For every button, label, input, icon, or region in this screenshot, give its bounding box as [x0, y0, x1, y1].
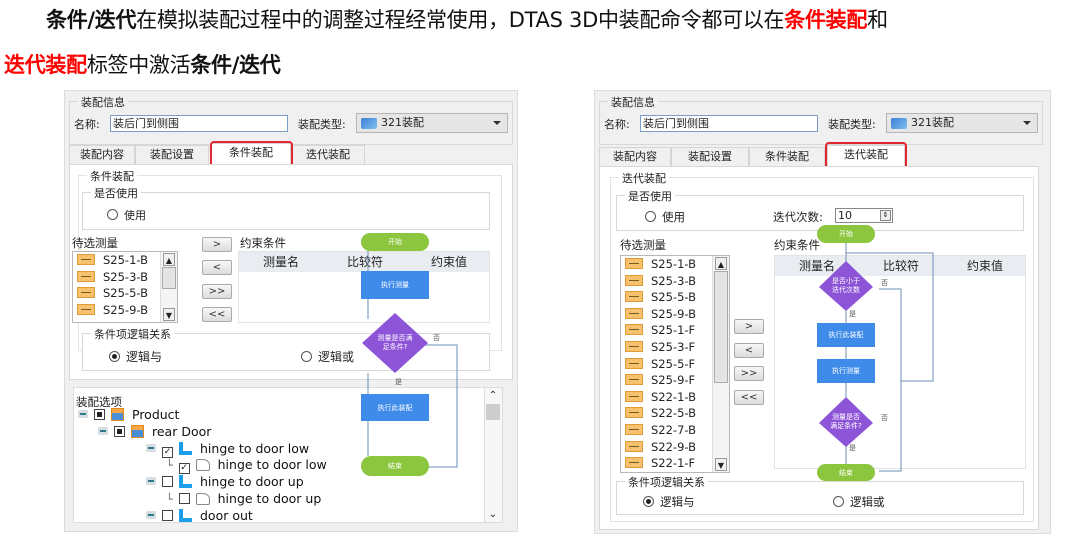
- flow-decision: 测量是否满足条件?: [362, 313, 428, 379]
- headline-segment-normal: 标签中激活: [86, 53, 191, 77]
- flow-yes-label-2: 是: [849, 444, 856, 452]
- flow-iteration-check-text: 是否小于迭代次数: [832, 277, 860, 294]
- flow-decision-text: 测量是否满足条件?: [377, 334, 413, 351]
- flow-start: 开始: [817, 225, 875, 243]
- flow-yes-label: 是: [395, 378, 402, 386]
- headline-segment-bold: 条件/迭代: [190, 53, 281, 77]
- flow-no-label: 否: [881, 279, 888, 287]
- headline-segment-normal: 和: [867, 8, 888, 32]
- headline-line-1: 条件/迭代在模拟装配过程中的调整过程经常使用，DTAS 3D中装配命令都可以在条…: [46, 5, 888, 35]
- flow-iteration-check: 是否小于迭代次数: [815, 261, 877, 317]
- flow-decision-text: 测量是否满足条件?: [830, 413, 862, 430]
- iterative-assembly-dialog: 装配信息 名称: 装后门到侧围 装配类型: 321装配 装配内容 装配设置 条件…: [594, 90, 1051, 534]
- headline-line-2: 迭代装配标签中激活条件/迭代: [4, 50, 281, 80]
- flow-yes-label: 是: [849, 310, 856, 318]
- flow-end: 结束: [361, 456, 429, 476]
- flow-assemble: 执行此装配: [361, 394, 429, 421]
- flow-assemble: 执行此装配: [817, 323, 875, 347]
- headline-segment-red: 条件装配: [784, 8, 868, 32]
- headline-segment-red: 迭代装配: [4, 53, 87, 77]
- flow-decision: 测量是否满足条件?: [815, 397, 877, 453]
- headline-segment-normal: 在模拟装配过程中的调整过程经常使用，DTAS 3D中装配命令都可以在: [136, 8, 785, 32]
- conditional-flowchart-connectors: [367, 251, 458, 468]
- flow-no-label: 否: [433, 334, 440, 342]
- flow-no-label-2: 否: [881, 414, 888, 422]
- flow-start: 开始: [361, 233, 429, 251]
- flow-measure: 执行测量: [817, 359, 875, 383]
- flow-end: 结束: [817, 464, 875, 481]
- headline-segment-bold: 条件/迭代: [46, 8, 137, 32]
- conditional-assembly-dialog: 装配信息 名称: 装后门到侧围 装配类型: 321装配 装配内容 装配设置 条件…: [64, 90, 518, 532]
- flow-measure: 执行测量: [361, 271, 429, 299]
